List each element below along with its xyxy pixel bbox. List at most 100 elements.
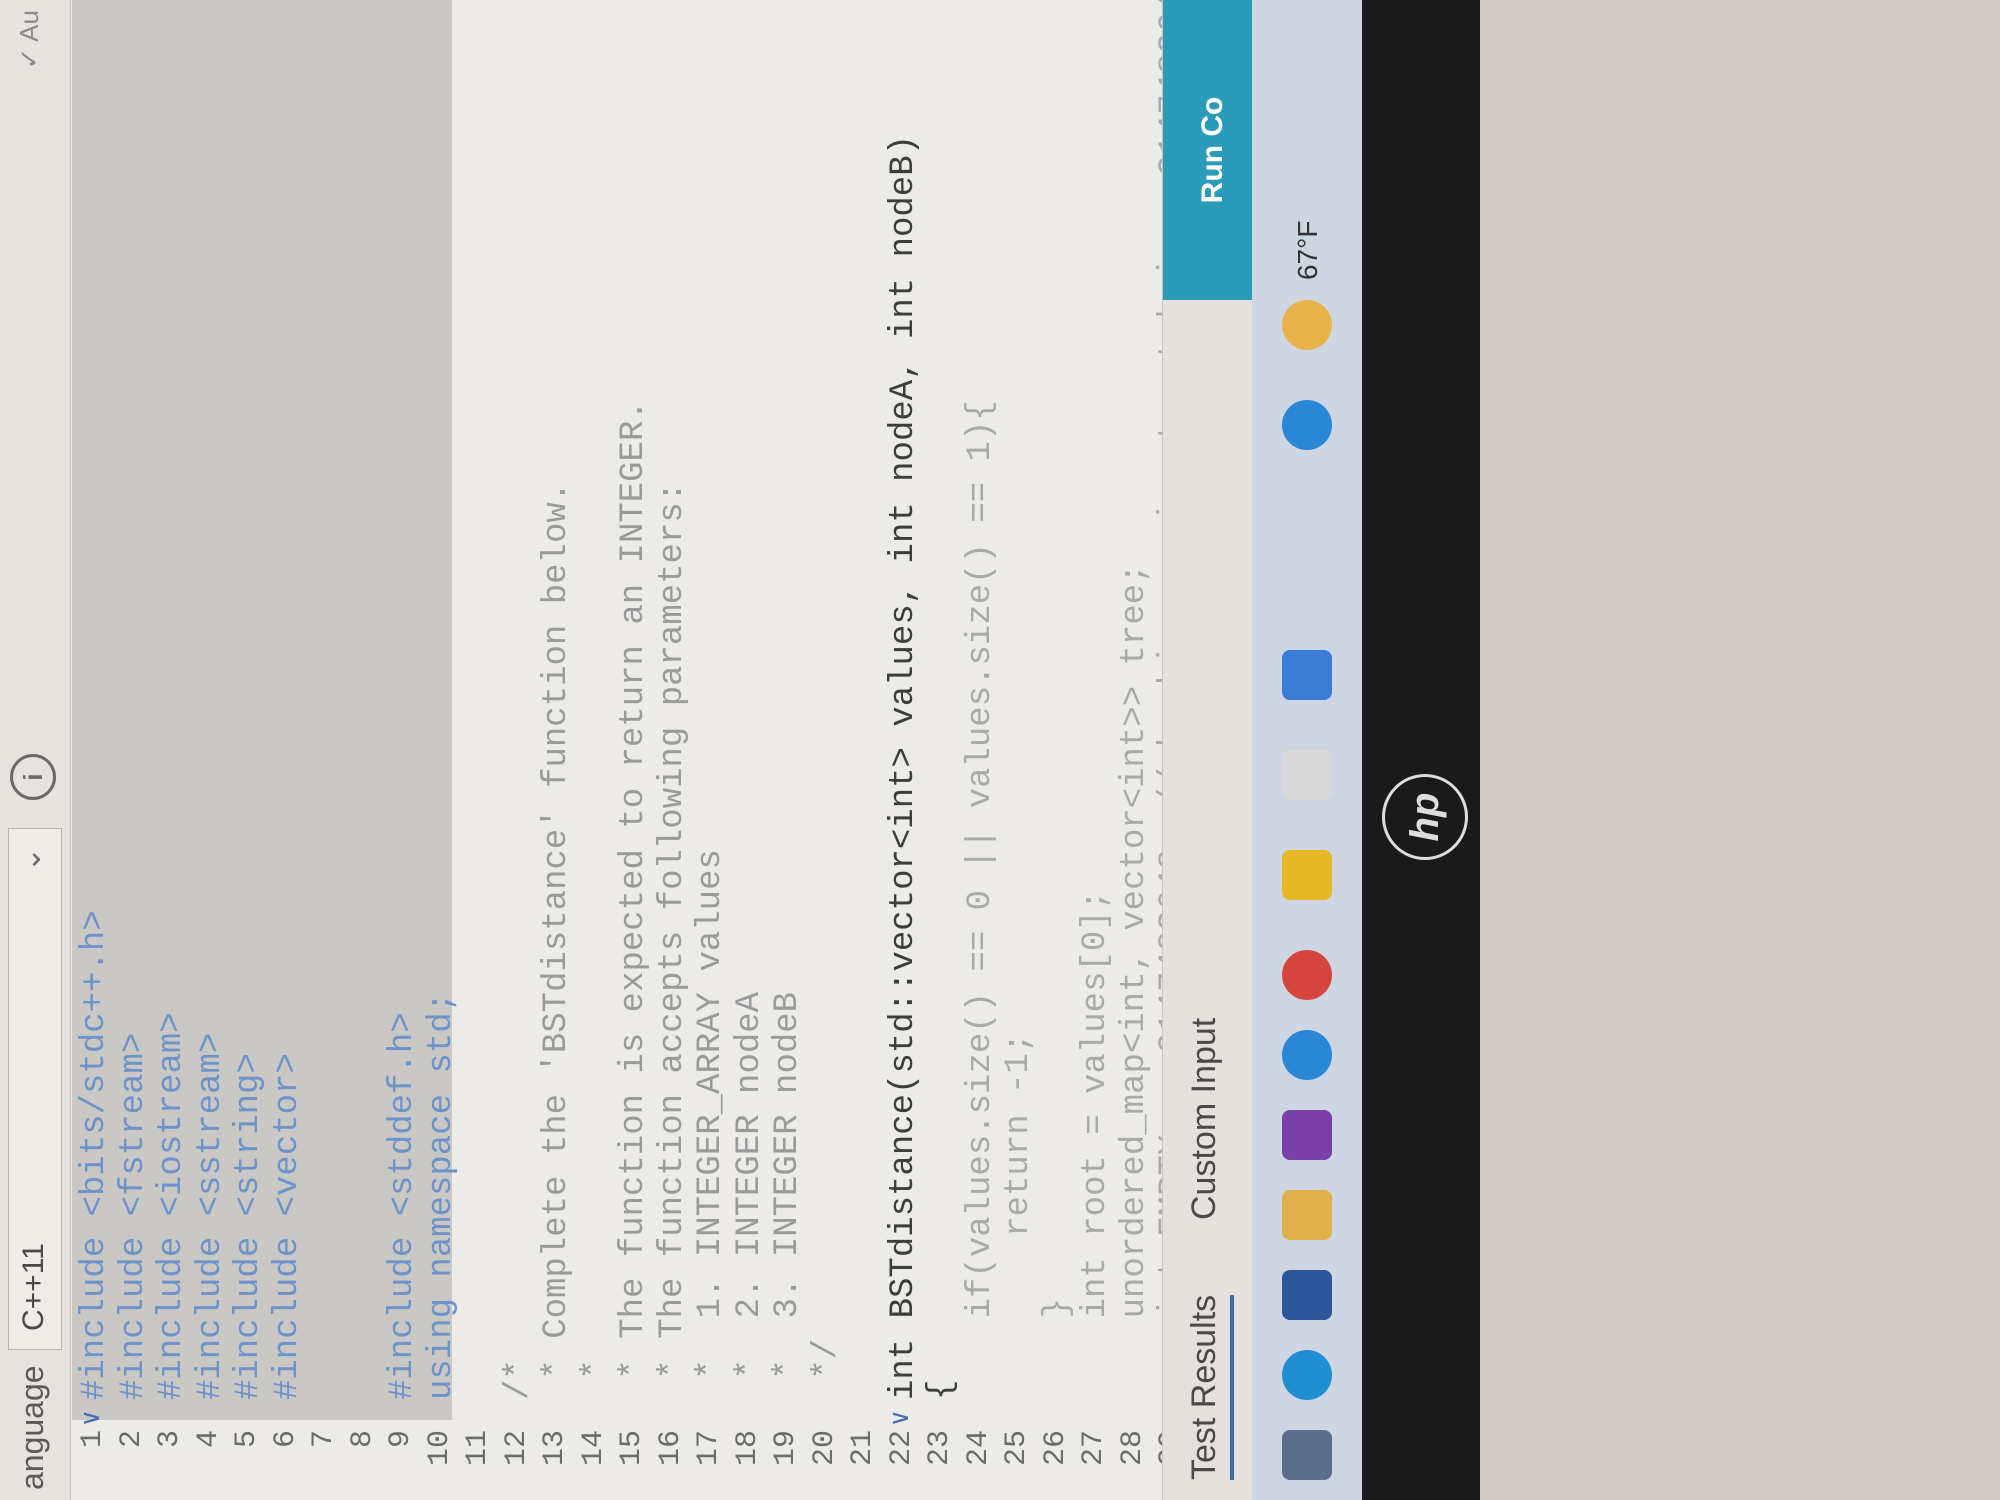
result-tabs: Test Results Custom Input Run Co <box>1162 0 1263 1500</box>
onenote-icon[interactable] <box>1282 1110 1332 1160</box>
code-text: * The function accepts following paramet… <box>653 481 692 1400</box>
code-line: 14 * <box>577 0 615 1500</box>
chevron-down-icon: ⌄ <box>14 847 47 873</box>
calculator-icon[interactable] <box>1282 650 1332 700</box>
info-icon[interactable]: i <box>10 754 56 800</box>
code-line: 21 <box>846 0 884 1500</box>
task-view-icon[interactable] <box>1282 1430 1332 1480</box>
code-line: 28 unordered_map<int, vector<int>> tree; <box>1116 0 1154 1500</box>
code-text: int BSTdistance(std::vector<int> values,… <box>884 134 923 1400</box>
line-number: 13 <box>538 1430 572 1467</box>
code-text: * The function is expected to return an … <box>615 400 653 1400</box>
code-line: 17 * 1. INTEGER_ARRAY values <box>692 0 730 1500</box>
autosave-label: Au <box>14 10 44 42</box>
line-number: 28 <box>1115 1430 1150 1467</box>
line-number: 4 <box>191 1430 226 1449</box>
screen: anguage C++11 ⌄ i ✓ Au 1 ∨ #include <bits/… <box>0 0 1480 1500</box>
code-text: #include <sstream> <box>191 1032 230 1400</box>
language-select[interactable]: C++11 ⌄ <box>8 828 62 1350</box>
line-number: 19 <box>769 1430 803 1467</box>
code-text: * 3. INTEGER nodeB <box>769 991 807 1400</box>
file-explorer-icon[interactable] <box>1282 1190 1332 1240</box>
code-text: #include <string> <box>230 1053 268 1400</box>
line-number: 20 <box>807 1430 842 1467</box>
line-number: 11 <box>461 1430 495 1467</box>
run-code-button[interactable]: Run Co <box>1163 0 1263 300</box>
code-line: 6 #include <vector> <box>269 0 307 1500</box>
line-number: 6 <box>268 1430 303 1449</box>
line-number: 25 <box>1000 1430 1034 1467</box>
help-icon[interactable] <box>1282 400 1332 450</box>
zoom-icon[interactable] <box>1282 1030 1332 1080</box>
line-number: 21 <box>846 1430 880 1467</box>
code-text: { <box>923 1379 961 1400</box>
code-text: return -1; <box>1000 1032 1038 1400</box>
line-number: 23 <box>923 1430 957 1467</box>
line-number: 27 <box>1077 1430 1111 1467</box>
line-number: 26 <box>1038 1430 1073 1467</box>
line-number: 2 <box>114 1430 149 1449</box>
language-select-value: C++11 <box>17 1243 50 1331</box>
code-line: 26 } <box>1039 0 1077 1500</box>
code-text: if(values.size() == 0 || values.size() =… <box>961 400 1000 1400</box>
edge-icon[interactable] <box>1282 1350 1332 1400</box>
line-number: 8 <box>345 1430 380 1449</box>
code-line: 25 return -1; <box>1000 0 1038 1500</box>
word-icon[interactable] <box>1282 1270 1332 1320</box>
code-text: #include <fstream> <box>114 1032 153 1400</box>
tab-test-results[interactable]: Test Results <box>1185 1294 1234 1480</box>
code-line: 12 /* <box>500 0 538 1500</box>
code-line: 27 int root = values[0]; <box>1077 0 1115 1500</box>
code-line: 16 * The function accepts following para… <box>654 0 692 1500</box>
code-line: 3 #include <iostream> <box>153 0 191 1500</box>
tab-custom-input[interactable]: Custom Input <box>1185 1018 1224 1220</box>
code-line: 11 <box>461 0 499 1500</box>
line-number: 15 <box>615 1430 649 1467</box>
code-line: 2 #include <fstream> <box>115 0 153 1500</box>
fold-chevron-icon[interactable]: ∨ <box>76 1410 107 1426</box>
weather-temperature: 67°F <box>1292 220 1323 280</box>
chrome-icon[interactable] <box>1282 950 1332 1000</box>
code-line: 15 * The function is expected to return … <box>615 0 653 1500</box>
code-editor[interactable]: 1 ∨ #include <bits/stdc++.h> 2 #include <fst… <box>72 0 1192 1500</box>
line-number: 5 <box>230 1430 264 1449</box>
code-line: 20 */ <box>808 0 846 1500</box>
code-text: #include <vector> <box>268 1053 307 1400</box>
code-line: 23 { <box>923 0 961 1500</box>
code-line: 18 * 2. INTEGER nodeA <box>731 0 769 1500</box>
code-text: } <box>1038 1297 1077 1400</box>
code-line: 9 #include <stddef.h> <box>384 0 422 1500</box>
line-number: 9 <box>384 1430 418 1449</box>
code-line: 7 <box>307 0 345 1500</box>
line-number: 12 <box>499 1430 534 1467</box>
laptop-bezel: hp <box>1362 0 1480 1500</box>
code-line: 19 * 3. INTEGER nodeB <box>769 0 807 1500</box>
line-number: 18 <box>730 1430 765 1467</box>
line-number: 3 <box>153 1430 187 1449</box>
code-text: * 1. INTEGER_ARRAY values <box>692 849 730 1400</box>
hp-logo: hp <box>1382 774 1468 860</box>
code-line: 22 ∨ int BSTdistance(std::vector<int> valu… <box>885 0 923 1500</box>
code-text: /* <box>499 1359 538 1400</box>
fold-chevron-icon[interactable]: ∨ <box>885 1410 916 1426</box>
autosave-indicator: ✓ Au <box>14 10 44 70</box>
code-text: unordered_map<int, vector<int>> tree; <box>1115 563 1154 1400</box>
sticky-notes-icon[interactable] <box>1282 850 1332 900</box>
line-number: 10 <box>422 1430 457 1467</box>
photo-stage: anguage C++11 ⌄ i ✓ Au 1 ∨ #include <bits/… <box>0 0 2000 1500</box>
language-label: anguage <box>14 1365 50 1490</box>
line-number: 16 <box>653 1430 688 1467</box>
language-bar: anguage C++11 ⌄ i ✓ Au <box>0 0 71 1500</box>
code-line: 4 #include <sstream> <box>192 0 230 1500</box>
settings-icon[interactable] <box>1282 750 1332 800</box>
code-text: * <box>576 1359 615 1400</box>
line-number: 24 <box>961 1430 996 1467</box>
code-text: * Complete the 'BSTdistance' function be… <box>538 481 576 1400</box>
code-line: 8 <box>346 0 384 1500</box>
taskbar: 67°F <box>1252 0 1362 1500</box>
code-line: 24 if(values.size() == 0 || values.size(… <box>962 0 1000 1500</box>
code-text: int root = values[0]; <box>1077 889 1115 1400</box>
line-number: 7 <box>307 1430 341 1449</box>
code-text: */ <box>807 1338 846 1400</box>
line-number: 17 <box>692 1430 726 1467</box>
